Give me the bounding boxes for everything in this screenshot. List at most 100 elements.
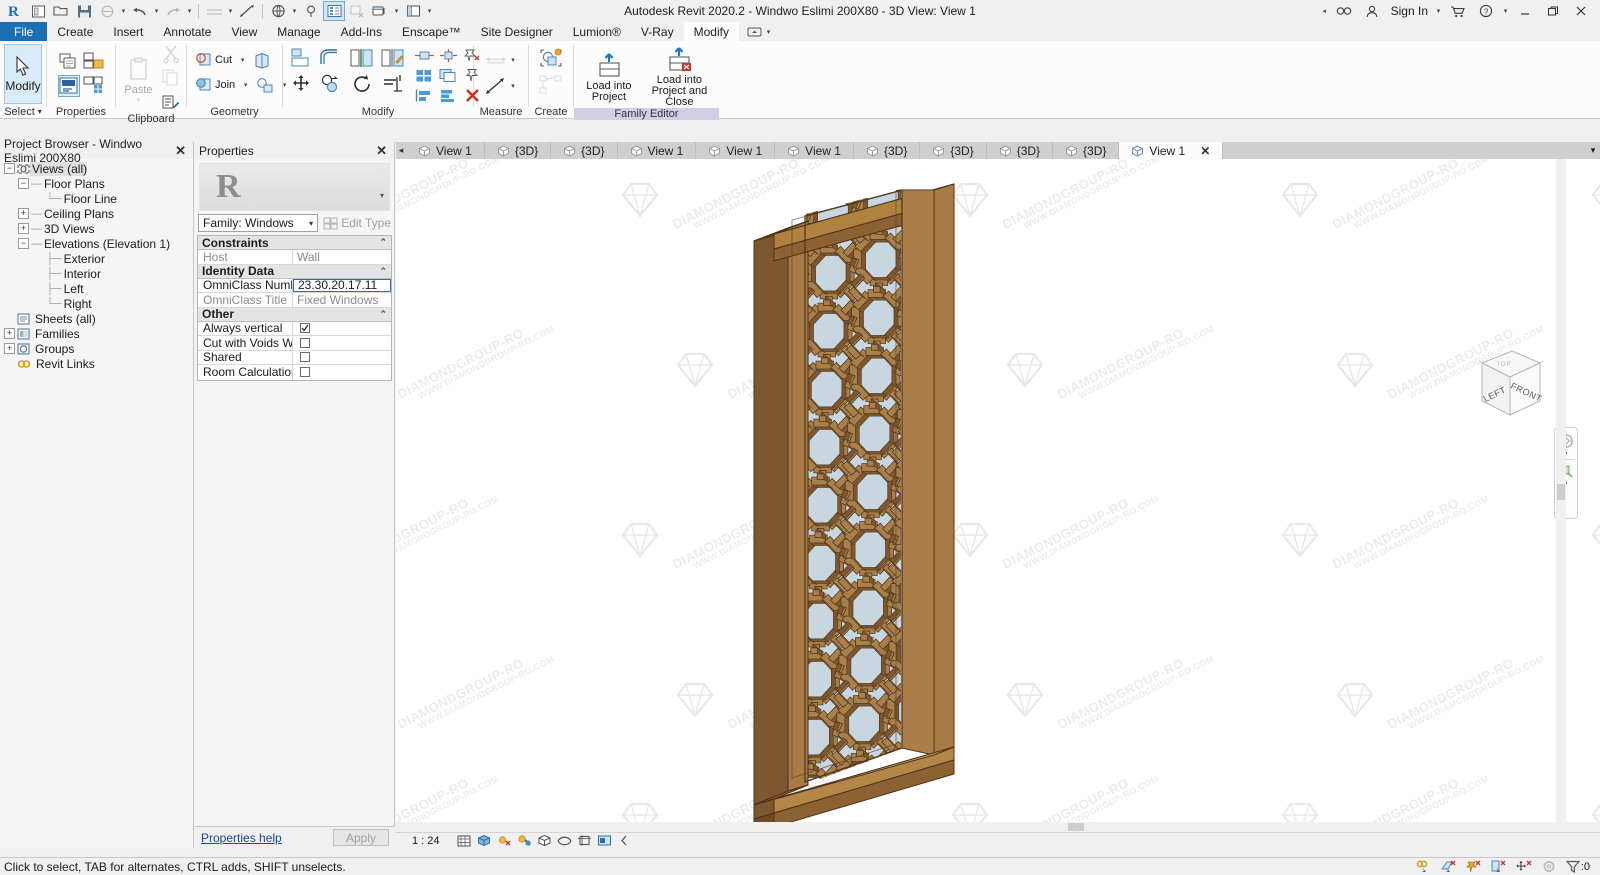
sign-in-dropdown-icon[interactable]: ▾ [1434, 7, 1443, 15]
properties-toggle-icon[interactable] [58, 51, 80, 73]
shadows-icon[interactable] [517, 834, 532, 848]
create-similar-icon[interactable] [536, 46, 566, 72]
copy-icon[interactable] [160, 67, 182, 89]
view-cube[interactable]: TOP LEFT FRONT [1452, 339, 1548, 429]
visual-style-icon[interactable] [477, 834, 492, 848]
expander-elevations[interactable]: − [18, 238, 29, 249]
shared-checkbox[interactable] [300, 352, 310, 363]
property-row-host[interactable]: Host Wall [198, 250, 391, 265]
offset-icon[interactable] [316, 45, 346, 71]
aligned-dimension-modify-icon[interactable] [485, 75, 507, 97]
expander-groups[interactable]: + [4, 343, 15, 354]
trim-extend-icon[interactable] [378, 71, 408, 97]
search-icon[interactable] [1331, 1, 1357, 21]
worksets-icon[interactable] [1541, 860, 1557, 874]
open-icon[interactable] [50, 1, 72, 21]
ribbon-tab-create[interactable]: Create [47, 22, 103, 41]
redo-icon[interactable] [162, 1, 184, 21]
tree-node-left[interactable]: ├─ Left [2, 281, 193, 296]
join-geometry-button[interactable]: Join [193, 76, 237, 94]
mirror-pick-axis-icon[interactable] [347, 45, 377, 71]
paste-dropdown-icon[interactable]: ▾ [137, 96, 141, 104]
family-category-icon[interactable] [82, 51, 104, 73]
close-hidden-windows-icon[interactable] [346, 1, 368, 21]
align-left-icon[interactable] [412, 85, 436, 105]
view-tabs-overflow-icon[interactable]: ▾ [1586, 142, 1600, 159]
apply-button[interactable]: Apply [333, 829, 389, 846]
select-links-icon[interactable] [1416, 860, 1432, 874]
undo-icon[interactable] [129, 1, 151, 21]
view-tab-5[interactable]: View 1 [775, 142, 854, 159]
tree-node-elevations[interactable]: − — Elevations (Elevation 1) [2, 236, 193, 251]
measure-panel-dropdown-icon[interactable]: ▾ [509, 56, 518, 64]
type-selector-combo[interactable]: Family: Windows ▾ [198, 214, 319, 232]
copy-to-clipboard-icon[interactable] [436, 65, 460, 85]
canvas-vertical-scrollbar[interactable] [1556, 159, 1566, 822]
view-tab-2[interactable]: {3D} [551, 142, 618, 159]
panel-title-select[interactable]: Select ▾ [0, 104, 46, 119]
view-tab-4[interactable]: View 1 [696, 142, 776, 159]
ribbon-tab-annotate[interactable]: Annotate [153, 22, 221, 41]
properties-help-link[interactable]: Properties help [201, 831, 282, 845]
infocenter-collapse-icon[interactable]: ◂ [1320, 7, 1329, 15]
property-row-omniclass-title[interactable]: OmniClass Title Fixed Windows [198, 293, 391, 308]
thin-lines-icon[interactable] [323, 1, 345, 21]
window-family-3d-model[interactable] [396, 159, 1600, 832]
edit-type-button[interactable]: Edit Type [320, 216, 391, 230]
mirror-draw-axis-icon[interactable] [378, 45, 408, 71]
sun-path-icon[interactable] [497, 834, 512, 848]
modify-button[interactable]: Modify [4, 43, 42, 104]
switch-windows-dropdown-icon[interactable]: ▾ [392, 7, 401, 15]
expander-3d-views[interactable]: + [18, 223, 29, 234]
property-row-omniclass-number[interactable]: OmniClass Number 23.30.20.17.11 [198, 278, 391, 293]
drag-elements-on-selection-icon[interactable] [1516, 860, 1532, 874]
sign-in-button[interactable]: Sign In [1387, 4, 1432, 18]
minimize-button[interactable] [1512, 1, 1538, 21]
paint-icon[interactable] [254, 74, 276, 96]
scale-icon[interactable] [436, 45, 460, 65]
account-icon[interactable] [1359, 1, 1385, 21]
property-row-room-calculation[interactable]: Room Calculation ... [198, 365, 391, 380]
3d-view-canvas[interactable]: DIAMONDGROUP-RO WWW.DIAMONDGROUP-RO.COM DI… [396, 159, 1600, 832]
select-underlay-elements-icon[interactable] [1440, 860, 1457, 874]
tree-node-right[interactable]: └─ Right [2, 296, 193, 311]
ribbon-tab-view[interactable]: View [221, 22, 267, 41]
room-calculation-checkbox[interactable] [300, 367, 310, 378]
cut-geometry-button[interactable]: Cut [193, 51, 234, 69]
tree-node-families[interactable]: + Families [2, 326, 193, 341]
ribbon-tab-vray[interactable]: V-Ray [631, 22, 684, 41]
load-into-project-button[interactable]: Load into Project [578, 49, 640, 103]
create-group-icon[interactable] [536, 73, 566, 97]
revit-logo-icon[interactable]: R [4, 1, 26, 21]
save-icon[interactable] [73, 1, 95, 21]
other-collapse-icon[interactable]: ⌃ [379, 309, 387, 320]
expander-floor-plans[interactable]: − [18, 178, 29, 189]
sync-dropdown-icon[interactable]: ▾ [119, 7, 128, 15]
help-dropdown-icon[interactable]: ▾ [1501, 7, 1510, 15]
view-tab-7[interactable]: {3D} [920, 142, 987, 159]
tree-node-groups[interactable]: + Groups [2, 341, 193, 356]
constraints-collapse-icon[interactable]: ⌃ [379, 237, 387, 248]
temporary-hide-isolate-icon[interactable] [597, 834, 612, 848]
horizontal-scroll-thumb[interactable] [1068, 823, 1084, 831]
match-type-properties-icon[interactable] [160, 91, 182, 113]
load-into-project-and-close-button[interactable]: Load into Project and Close [644, 43, 715, 108]
view-tab-3[interactable]: View 1 [618, 142, 697, 159]
view-scale-label[interactable]: 1 : 24 [412, 835, 440, 847]
close-button[interactable] [1568, 1, 1594, 21]
canvas-horizontal-scrollbar[interactable] [396, 822, 1600, 832]
ribbon-display-options[interactable]: ▾ [739, 22, 781, 41]
tree-node-exterior[interactable]: ├─ Exterior [2, 251, 193, 266]
filter-button[interactable]: :0 [1565, 860, 1590, 874]
show-crop-region-icon[interactable] [577, 834, 592, 848]
copy-modify-icon[interactable] [316, 71, 346, 97]
cut-with-voids-checkbox[interactable] [300, 337, 310, 348]
type-selector-chevron-icon[interactable]: ▾ [309, 219, 317, 228]
detail-level-icon[interactable] [457, 834, 472, 848]
default-3d-view-icon[interactable] [267, 1, 289, 21]
user-interface-icon[interactable] [402, 1, 424, 21]
cart-icon[interactable] [1445, 1, 1471, 21]
move-icon[interactable] [287, 71, 315, 97]
array-icon[interactable] [412, 45, 436, 65]
ribbon-tab-manage[interactable]: Manage [267, 22, 330, 41]
